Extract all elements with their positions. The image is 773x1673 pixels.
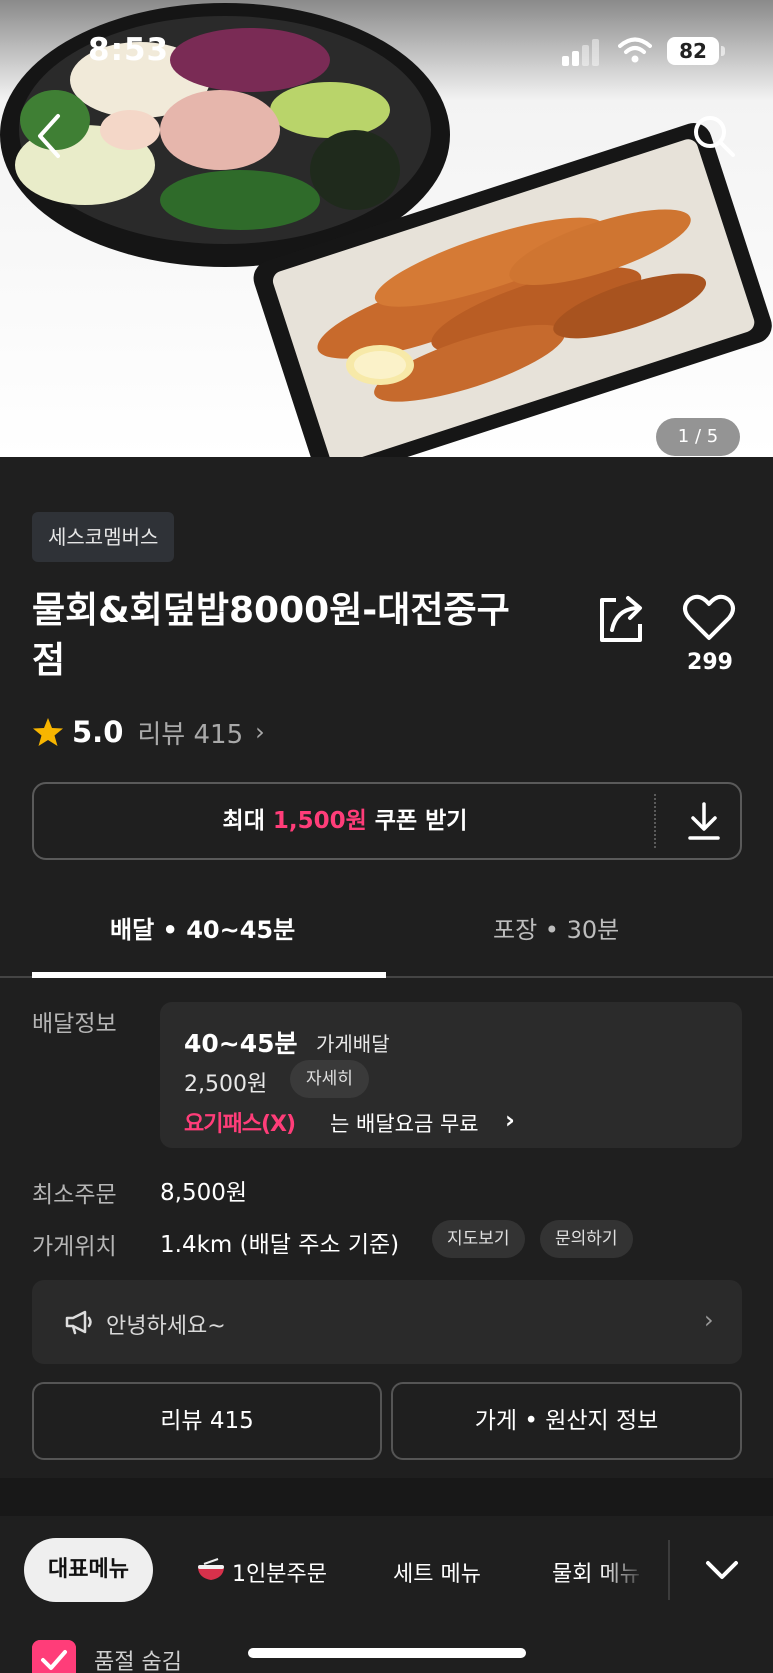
heart-icon[interactable] [681,592,737,642]
tab-delivery[interactable]: 배달 • 40~45분 [110,910,295,945]
delivery-info-card: 40~45분 가게배달 2,500원 자세히 요기패스(X) 는 배달요금 무료… [160,1002,742,1148]
coupon-box: 최대 1,500원 쿠폰 받기 [32,782,742,860]
chevron-right-icon[interactable]: › [505,1106,515,1134]
home-indicator [248,1648,526,1658]
delivery-info-label: 배달정보 [32,1011,117,1037]
reviews-button[interactable]: 리뷰 415 [32,1382,382,1460]
rating-value: 5.0 [72,715,124,749]
delivery-fee: 2,500원 [184,1072,268,1097]
image-counter: 1 / 5 [656,418,740,456]
location-value: 1.4km (배달 주소 기준) [160,1232,400,1258]
battery-indicator: 82 [667,37,719,65]
delivery-type: 가게배달 [316,1032,390,1056]
back-icon[interactable] [28,110,72,162]
coupon-divider [654,794,656,848]
chevron-right-icon: › [255,718,265,746]
megaphone-icon [65,1310,92,1335]
yogipass-logo: 요기패스(X) [184,1112,296,1137]
tab-pickup[interactable]: 포장 • 30분 [493,910,619,945]
coupon-suffix: 쿠폰 받기 [366,808,468,834]
delivery-time: 40~45분 [184,1029,298,1058]
download-icon[interactable] [674,796,734,846]
store-tag: 세스코멤버스 [32,512,175,562]
category-fade [600,1536,668,1606]
store-notice[interactable]: 안녕하세요~ › [32,1280,742,1364]
menu-category-bar: 대표메뉴 1인분주문 세트 메뉴 물회 메뉴 [0,1516,773,1626]
soldout-filter[interactable]: 품절 숨김 [32,1640,182,1673]
rating-row[interactable]: 5.0 리뷰 415 › [32,712,265,752]
coupon-prefix: 최대 [222,808,273,834]
check-icon[interactable] [32,1640,76,1673]
category-chip-single[interactable]: 1인분주문 [232,1556,327,1588]
status-bar: 8:53 82 [0,0,773,100]
hero-image[interactable]: 8:53 82 1 / 5 [0,0,773,457]
section-separator [0,1478,773,1516]
status-time: 8:53 [88,32,170,68]
store-info-button[interactable]: 가게 • 원산지 정보 [391,1382,742,1460]
chevron-down-icon[interactable] [700,1552,744,1588]
min-order-value: 8,500원 [160,1180,248,1206]
bowl-icon [198,1558,224,1580]
notice-text: 안녕하세요~ [106,1314,226,1339]
soldout-label: 품절 숨김 [94,1650,182,1673]
chevron-right-icon: › [704,1306,714,1334]
location-label: 가게위치 [32,1234,117,1260]
map-button[interactable]: 지도보기 [432,1220,525,1258]
star-icon [33,718,63,746]
category-chip-set[interactable]: 세트 메뉴 [393,1556,481,1588]
active-tab-indicator [32,972,386,978]
coupon-button[interactable]: 최대 1,500원 쿠폰 받기 [34,784,656,858]
order-type-tabs: 배달 • 40~45분 포장 • 30분 [0,880,773,978]
review-count-link[interactable]: 리뷰 415 [137,714,243,751]
category-chip-signature[interactable]: 대표메뉴 [24,1538,153,1602]
store-name: 물회&회덮밥8000원-대전중구점 [32,590,510,681]
inquiry-button[interactable]: 문의하기 [540,1220,633,1258]
search-icon[interactable] [690,112,738,160]
like-count: 299 [687,650,733,675]
share-icon[interactable] [594,590,650,646]
wifi-icon [618,37,652,63]
category-divider [668,1540,670,1600]
min-order-label: 최소주문 [32,1182,117,1208]
fee-detail-button[interactable]: 자세히 [290,1060,369,1098]
cellular-signal-icon [562,38,602,66]
coupon-amount: 1,500원 [272,808,367,834]
battery-nub [721,46,725,56]
yogipass-text[interactable]: 는 배달요금 무료 [330,1108,479,1138]
